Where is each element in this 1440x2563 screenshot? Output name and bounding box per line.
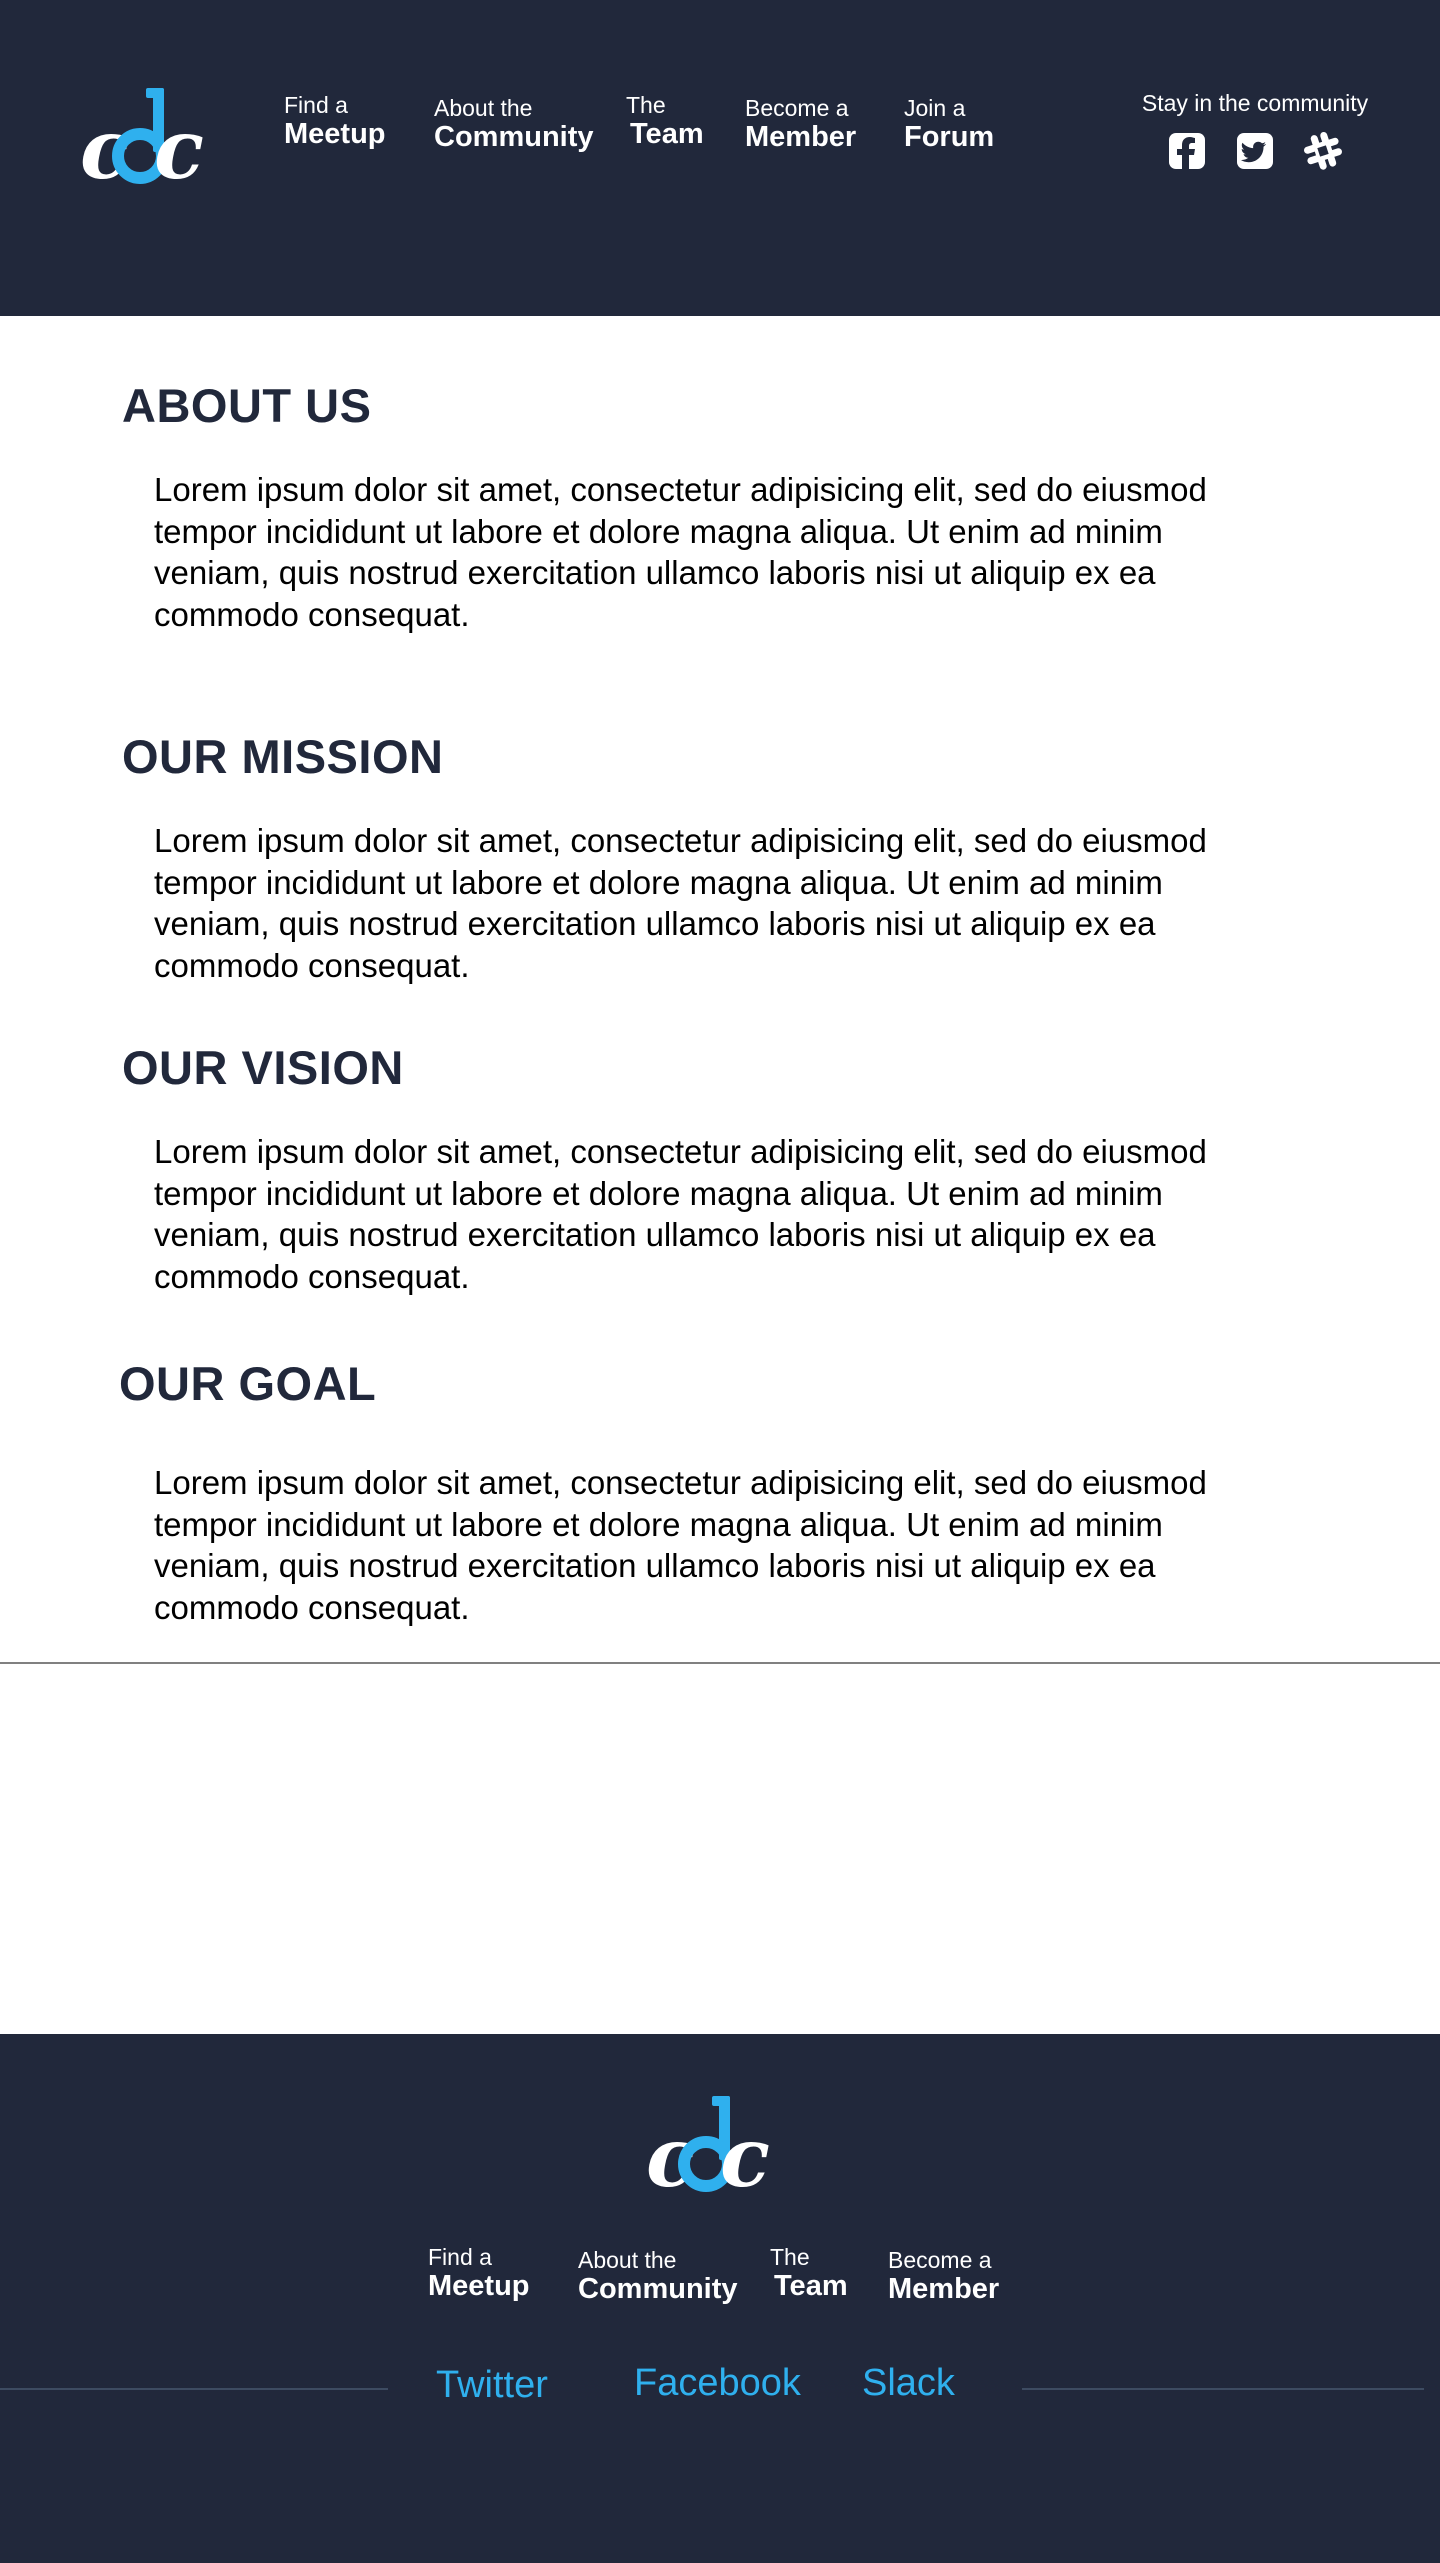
site-header: c c Find a Meetup About the Community Th… [0, 0, 1440, 316]
nav-item-big-label: Team [774, 2270, 848, 2303]
nav-item-small-label: The [626, 92, 666, 118]
site-footer: c c Find a Meetup About the Community Th… [0, 2034, 1440, 2563]
nav-item-small-label: Become a [888, 2247, 992, 2273]
footer-logo[interactable]: c c [646, 2094, 776, 2194]
footer-nav-team[interactable]: The Team [770, 2244, 848, 2304]
nav-item-big-label: Team [630, 118, 704, 151]
nav-item-small-label: The [770, 2244, 810, 2270]
cdc-logo-icon: c c [646, 2096, 770, 2194]
nav-item-team[interactable]: The Team [626, 92, 704, 152]
footer-nav-member[interactable]: Become a Member [888, 2247, 999, 2307]
nav-item-big-label: Community [434, 121, 594, 154]
nav-item-small-label: About the [434, 95, 533, 121]
nav-item-big-label: Member [888, 2273, 1000, 2306]
nav-item-small-label: Find a [284, 92, 348, 118]
section-text-vision: Lorem ipsum dolor sit amet, consectetur … [154, 1133, 1207, 1295]
nav-item-big-label: Member [745, 121, 857, 154]
nav-item-small-label: Become a [745, 95, 849, 121]
footer-divider-right [1022, 2388, 1424, 2390]
cdc-logo-icon: c c [80, 88, 204, 186]
community-block: Stay in the community [1120, 90, 1390, 171]
section-title-about: ABOUT US [122, 379, 372, 432]
section-title-goal: OUR GOAL [119, 1357, 377, 1410]
nav-item-big-label: Meetup [284, 118, 386, 151]
section-text-goal: Lorem ipsum dolor sit amet, consectetur … [154, 1464, 1207, 1626]
footer-link-slack[interactable]: Slack [862, 2362, 955, 2405]
footer-link-twitter[interactable]: Twitter [436, 2364, 548, 2407]
footer-nav-meetup[interactable]: Find a Meetup [428, 2244, 530, 2304]
nav-item-meetup[interactable]: Find a Meetup [284, 92, 386, 152]
content-divider [0, 1662, 1440, 1664]
svg-text:c: c [154, 102, 204, 186]
footer-nav-community[interactable]: About the Community [578, 2247, 738, 2307]
section-text-about: Lorem ipsum dolor sit amet, consectetur … [154, 471, 1207, 633]
nav-item-small-label: About the [578, 2247, 677, 2273]
section-title-mission: OUR MISSION [122, 730, 444, 783]
nav-item-big-label: Community [578, 2273, 738, 2306]
section-text-mission: Lorem ipsum dolor sit amet, consectetur … [154, 822, 1207, 984]
facebook-icon[interactable] [1167, 131, 1207, 171]
nav-item-member[interactable]: Become a Member [745, 95, 856, 155]
nav-item-forum[interactable]: Join a Forum [904, 95, 994, 155]
nav-item-community[interactable]: About the Community [434, 95, 594, 155]
nav-item-big-label: Meetup [428, 2270, 530, 2303]
community-label: Stay in the community [1141, 90, 1369, 116]
nav-item-small-label: Join a [904, 95, 966, 121]
nav-item-big-label: Forum [904, 121, 995, 154]
twitter-icon[interactable] [1235, 131, 1275, 171]
svg-text:c: c [720, 2110, 770, 2194]
nav-item-small-label: Find a [428, 2244, 492, 2270]
slack-icon[interactable] [1303, 131, 1343, 171]
footer-link-facebook[interactable]: Facebook [634, 2362, 801, 2405]
section-title-vision: OUR VISION [122, 1041, 404, 1094]
logo[interactable]: c c [80, 86, 210, 186]
footer-divider-left [0, 2388, 388, 2390]
social-icons [1120, 131, 1390, 171]
